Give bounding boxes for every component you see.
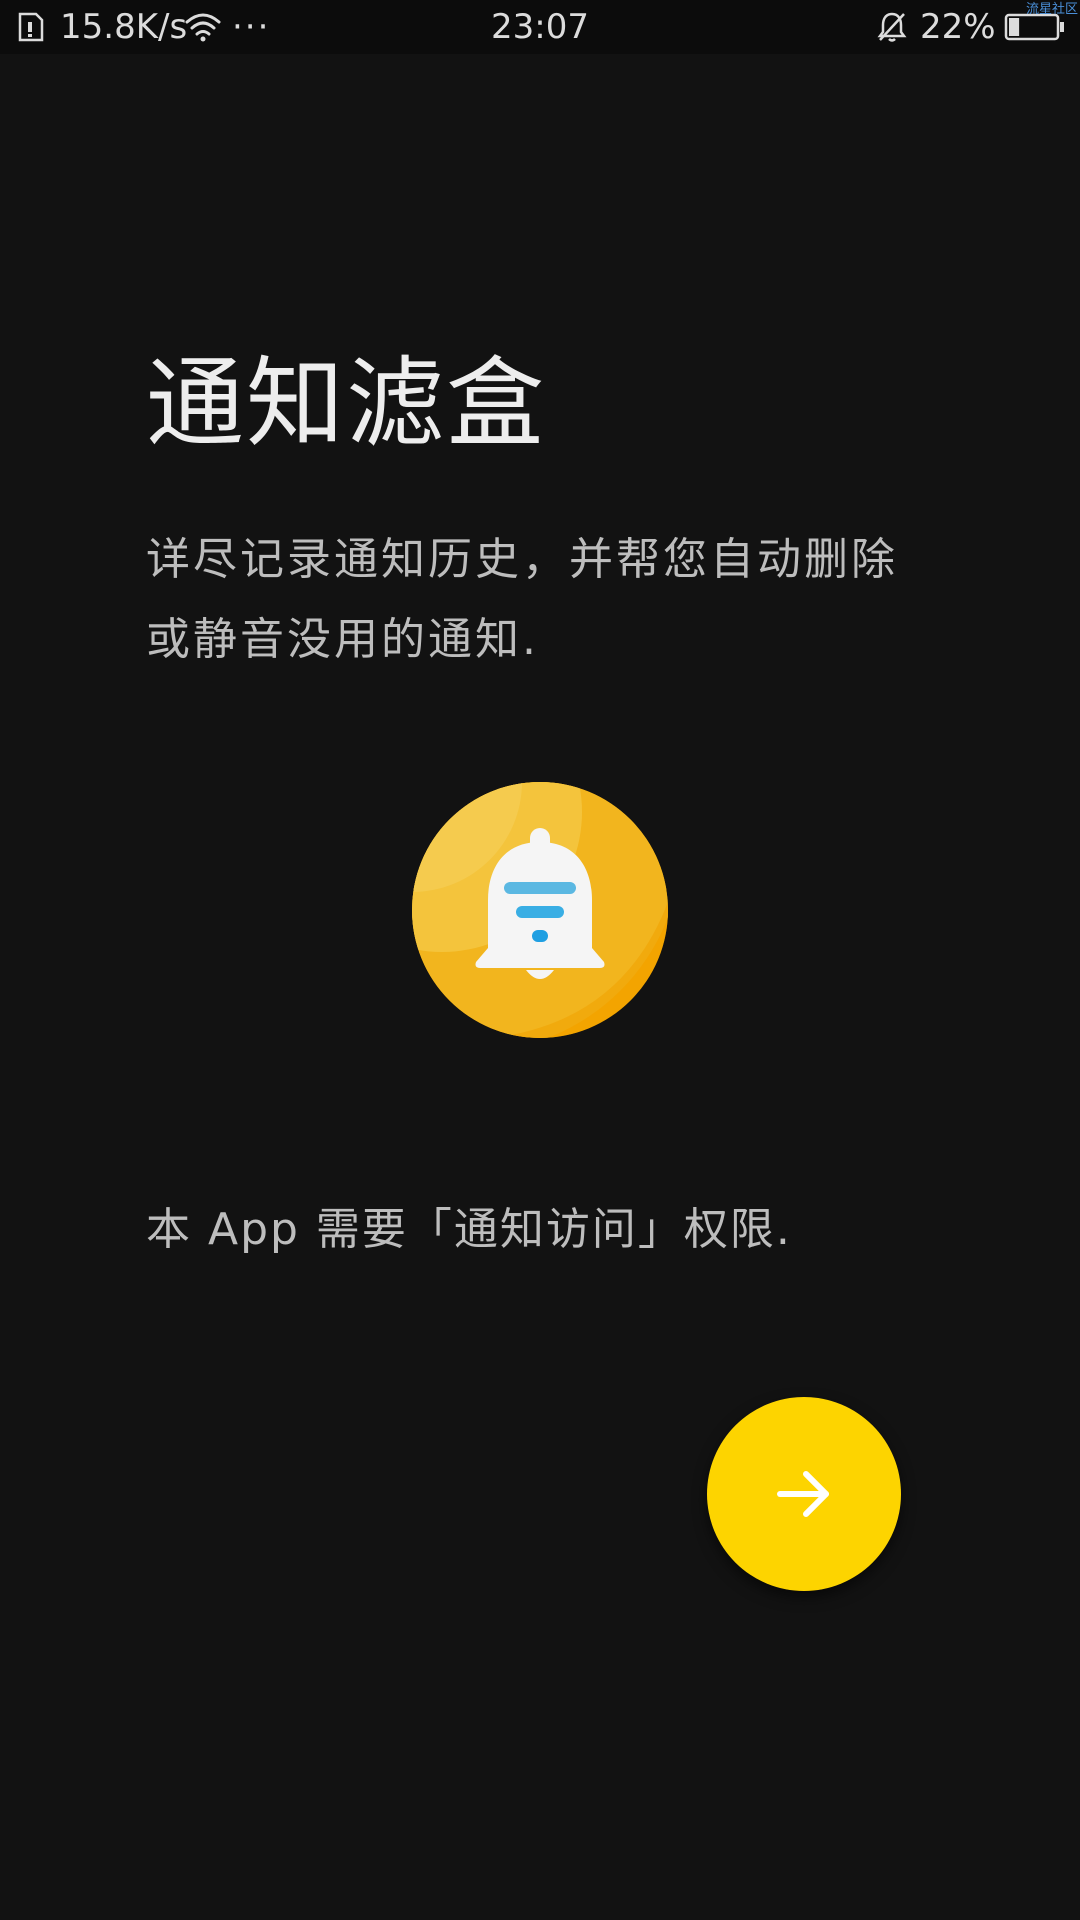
clock: 23:07 xyxy=(491,7,589,47)
arrow-right-icon xyxy=(777,1471,829,1517)
silent-bell-icon xyxy=(876,0,908,54)
description-line: 或静音没用的通知. xyxy=(146,614,539,665)
page-title: 通知滤盒 xyxy=(146,347,547,461)
battery-percent: 22% xyxy=(920,7,996,47)
next-button[interactable] xyxy=(707,1397,901,1591)
description-line: 详尽记录通知历史，并帮您自动删除 xyxy=(146,534,898,585)
bell-filter-icon xyxy=(412,782,668,1038)
app-description: 详尽记录通知历史，并帮您自动删除 或静音没用的通知. xyxy=(146,520,946,680)
permission-note: 本 App 需要「通知访问」权限. xyxy=(146,1204,792,1255)
onboarding-screen: 15.8K/s ··· 23:07 22% 流星社区 通知滤盒 详尽记录通知历史… xyxy=(0,0,1080,1920)
status-bar: 15.8K/s ··· 23:07 22% 流星社区 xyxy=(0,0,1080,54)
watermark: 流星社区 xyxy=(1025,2,1078,17)
